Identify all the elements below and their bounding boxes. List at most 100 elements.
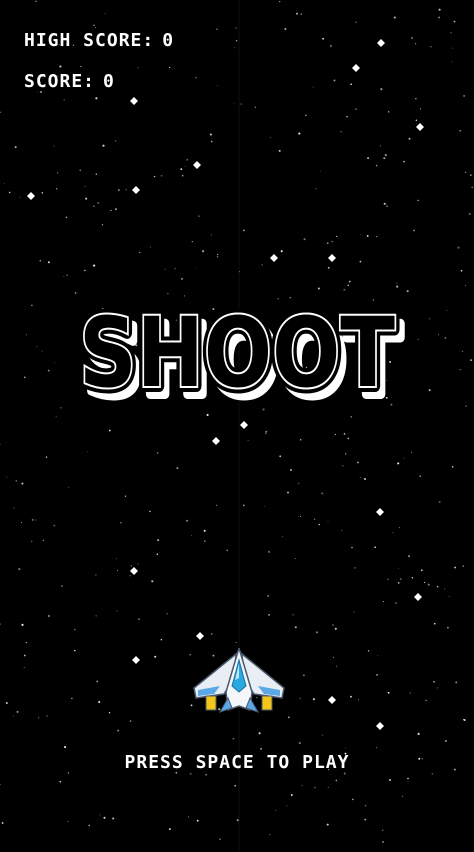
star: [268, 614, 270, 616]
bright-star: [196, 632, 204, 640]
star: [99, 814, 101, 816]
star: [299, 697, 301, 699]
star: [330, 45, 332, 47]
star: [334, 433, 336, 436]
star: [447, 626, 449, 629]
star: [419, 475, 421, 477]
star: [174, 267, 176, 270]
star: [281, 536, 283, 538]
star: [364, 818, 367, 821]
star: [407, 555, 411, 558]
star: [108, 429, 111, 432]
star: [345, 747, 347, 749]
star: [303, 238, 306, 241]
star: [267, 594, 270, 597]
star: [423, 581, 426, 584]
star: [59, 65, 62, 68]
star: [59, 780, 62, 783]
star: [388, 778, 392, 782]
star: [66, 274, 68, 277]
star: [95, 97, 98, 100]
star: [387, 578, 389, 581]
star: [322, 734, 324, 736]
star: [448, 595, 450, 597]
star: [68, 487, 70, 489]
bright-star: [414, 593, 422, 601]
ship-right-engine: [261, 695, 273, 711]
star: [95, 574, 97, 576]
star: [400, 578, 402, 580]
star: [129, 574, 132, 577]
star: [254, 106, 257, 109]
star: [258, 732, 261, 735]
star: [41, 192, 44, 194]
star: [352, 798, 354, 801]
star: [112, 817, 115, 820]
star: [279, 0, 281, 3]
star: [298, 742, 301, 745]
star: [16, 710, 19, 713]
star: [130, 565, 132, 567]
star: [332, 624, 334, 626]
star: [411, 36, 414, 39]
star: [288, 716, 290, 719]
star: [382, 829, 384, 831]
star: [247, 439, 249, 441]
star: [47, 615, 50, 617]
star: [137, 563, 139, 565]
game-title-face: SHOOT: [79, 297, 395, 409]
star: [427, 583, 430, 586]
star: [216, 256, 219, 258]
star: [74, 649, 76, 652]
star: [116, 610, 118, 612]
bright-star: [212, 437, 220, 445]
star: [97, 201, 100, 204]
star: [455, 681, 458, 684]
bright-star: [132, 186, 140, 194]
star: [294, 558, 296, 559]
star: [95, 173, 97, 175]
star: [62, 276, 64, 277]
star: [42, 539, 44, 542]
star: [118, 189, 120, 191]
star: [102, 144, 105, 147]
star: [116, 558, 117, 559]
star: [353, 611, 355, 613]
star: [129, 720, 132, 722]
star: [340, 131, 342, 133]
game-canvas[interactable]: HIGH SCORE: 0 SCORE: 0 SHOOT SHOOT SHOOT S…: [0, 0, 474, 852]
star: [232, 737, 235, 740]
star: [399, 527, 400, 529]
star: [360, 234, 362, 236]
star: [191, 534, 193, 536]
star: [217, 254, 219, 256]
star: [302, 674, 305, 677]
star: [0, 111, 2, 113]
star: [216, 504, 218, 506]
star: [20, 521, 23, 524]
star: [243, 229, 245, 232]
star: [56, 188, 58, 190]
bright-star: [27, 192, 35, 200]
star: [380, 145, 381, 147]
star: [234, 47, 236, 49]
star: [384, 154, 387, 157]
star: [46, 715, 48, 717]
star: [444, 588, 446, 590]
star: [358, 699, 359, 701]
star: [263, 505, 265, 507]
star: [195, 77, 197, 79]
star: [101, 224, 104, 226]
star: [65, 216, 68, 219]
star: [382, 601, 384, 603]
star: [375, 164, 378, 167]
star: [35, 519, 37, 521]
star: [417, 199, 419, 202]
star: [315, 188, 317, 190]
star: [115, 140, 117, 142]
star: [336, 665, 338, 667]
star: [377, 654, 379, 656]
star: [351, 546, 353, 549]
star: [110, 209, 112, 212]
high-score-label: HIGH SCORE:: [24, 30, 155, 51]
